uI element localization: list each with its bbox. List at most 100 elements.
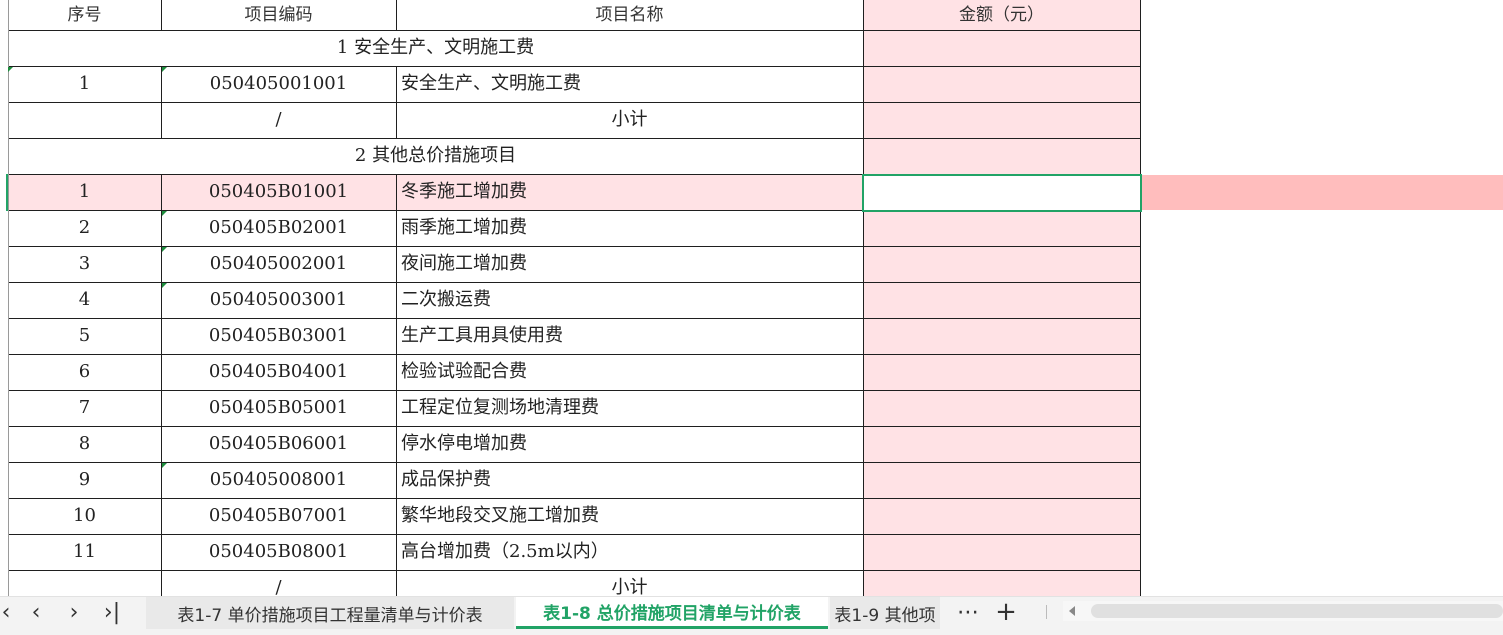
row-number-cell[interactable]: 9 (8, 462, 161, 498)
column-header[interactable]: 项目编码 (161, 0, 396, 30)
row-number-cell[interactable]: 1 (8, 66, 161, 102)
last-sheet-icon[interactable]: ›| (98, 597, 126, 627)
item-name-cell[interactable]: 生产工具用具使用费 (396, 318, 863, 354)
amount-cell[interactable] (863, 570, 1140, 596)
row-number-cell[interactable]: 2 (8, 210, 161, 246)
prev-sheet-icon[interactable]: ‹ (22, 597, 50, 627)
row-number-cell[interactable] (8, 570, 161, 596)
section-title[interactable]: 1 安全生产、文明施工费 (8, 30, 863, 66)
row-number-cell[interactable]: 11 (8, 534, 161, 570)
item-code-cell[interactable]: / (161, 570, 396, 597)
grid-line (161, 318, 162, 354)
grid-line (1140, 66, 1141, 102)
note-indicator-icon (162, 463, 167, 468)
grid-line (863, 210, 864, 246)
first-sheet-icon[interactable]: ‹ (0, 597, 20, 627)
grid-line (1140, 246, 1141, 282)
item-code-cell[interactable]: 050405B03001 (161, 318, 396, 354)
amount-cell[interactable] (863, 66, 1140, 102)
horizontal-scrollbar[interactable] (1063, 601, 1503, 621)
grid-line (396, 0, 397, 30)
item-code-cell[interactable]: 050405008001 (161, 462, 396, 498)
item-code-cell[interactable]: / (161, 102, 396, 138)
grid-line (396, 174, 397, 210)
item-name-cell[interactable]: 二次搬运费 (396, 282, 863, 318)
grid-line (8, 66, 1141, 67)
grid-line (1140, 354, 1141, 390)
amount-cell[interactable] (863, 390, 1140, 426)
grid-line (396, 66, 397, 102)
subtotal-label-cell[interactable]: 小计 (396, 102, 863, 138)
amount-cell[interactable] (863, 318, 1140, 354)
column-header[interactable]: 金额（元） (863, 0, 1140, 30)
item-code-cell[interactable]: 050405B07001 (161, 498, 396, 534)
grid-line (1140, 282, 1141, 318)
grid-line (8, 498, 1141, 499)
grid-line (1140, 318, 1141, 354)
grid-line (863, 138, 864, 174)
selected-amount-cell[interactable] (862, 174, 1142, 212)
next-sheet-icon[interactable]: › (60, 597, 88, 627)
amount-cell[interactable] (863, 534, 1140, 570)
amount-cell[interactable] (863, 210, 1140, 246)
item-name-cell[interactable]: 停水停电增加费 (396, 426, 863, 462)
item-code-cell[interactable]: 050405B08001 (161, 534, 396, 570)
row-number-cell[interactable]: 4 (8, 282, 161, 318)
sheet-tab[interactable]: 表1-7 单价措施项目工程量清单与计价表 (146, 597, 514, 629)
scrollbar-thumb[interactable] (1091, 604, 1503, 618)
amount-cell[interactable] (863, 462, 1140, 498)
row-number-cell[interactable]: 5 (8, 318, 161, 354)
grid-line (863, 390, 864, 426)
more-sheets-icon[interactable]: ⋯ (954, 597, 982, 627)
column-header[interactable]: 项目名称 (396, 0, 863, 30)
item-code-cell[interactable]: 050405B05001 (161, 390, 396, 426)
subtotal-label-cell[interactable]: 小计 (396, 570, 863, 597)
item-code-cell[interactable]: 050405002001 (161, 246, 396, 282)
sheet-tab-bar: ‹ ‹ › ›| 表1-7 单价措施项目工程量清单与计价表 表1-8 总价措施项目清单与计… (0, 596, 1503, 635)
item-code-cell[interactable]: 050405001001 (161, 66, 396, 102)
item-code-cell[interactable]: 050405B01001 (161, 174, 396, 210)
row-number-cell[interactable]: 1 (8, 174, 161, 210)
scroll-left-icon[interactable] (1069, 606, 1075, 616)
row-number-cell[interactable]: 3 (8, 246, 161, 282)
amount-cell[interactable] (863, 354, 1140, 390)
row-number-cell[interactable]: 7 (8, 390, 161, 426)
grid-line (161, 390, 162, 426)
grid-line (8, 0, 9, 30)
item-name-cell[interactable]: 工程定位复测场地清理费 (396, 390, 863, 426)
row-number-cell[interactable]: 8 (8, 426, 161, 462)
item-name-cell[interactable]: 检验试验配合费 (396, 354, 863, 390)
grid-line (396, 354, 397, 390)
item-name-cell[interactable]: 雨季施工增加费 (396, 210, 863, 246)
row-number-cell[interactable]: 6 (8, 354, 161, 390)
item-name-cell[interactable]: 高台增加费（2.5m以内） (396, 534, 863, 570)
row-number-cell[interactable]: 10 (8, 498, 161, 534)
amount-cell[interactable] (863, 102, 1140, 138)
item-name-cell[interactable]: 成品保护费 (396, 462, 863, 498)
item-name-cell[interactable]: 夜间施工增加费 (396, 246, 863, 282)
item-code-cell[interactable]: 050405003001 (161, 282, 396, 318)
row-number-cell[interactable] (8, 102, 161, 138)
section-title[interactable]: 2 其他总价措施项目 (8, 138, 863, 174)
column-header[interactable]: 序号 (8, 0, 161, 30)
item-name-cell[interactable]: 安全生产、文明施工费 (396, 66, 863, 102)
amount-cell[interactable] (863, 246, 1140, 282)
item-name-cell[interactable]: 冬季施工增加费 (396, 174, 863, 210)
item-name-cell[interactable]: 繁华地段交叉施工增加费 (396, 498, 863, 534)
sheet-tab[interactable]: 表1-8 总价措施项目清单与计价表 (516, 597, 828, 629)
note-indicator-icon (162, 283, 167, 288)
add-sheet-icon[interactable]: + (992, 597, 1020, 627)
grid-line (863, 66, 864, 102)
grid-line (161, 426, 162, 462)
sheet-tab[interactable]: 表1-9 其他项 (830, 597, 940, 629)
item-code-cell[interactable]: 050405B06001 (161, 426, 396, 462)
grid-line (863, 246, 864, 282)
item-code-cell[interactable]: 050405B02001 (161, 210, 396, 246)
amount-cell[interactable] (863, 282, 1140, 318)
grid-line (161, 0, 162, 30)
grid-line (8, 30, 9, 66)
grid-line (161, 102, 162, 138)
item-code-cell[interactable]: 050405B04001 (161, 354, 396, 390)
amount-cell[interactable] (863, 426, 1140, 462)
amount-cell[interactable] (863, 498, 1140, 534)
